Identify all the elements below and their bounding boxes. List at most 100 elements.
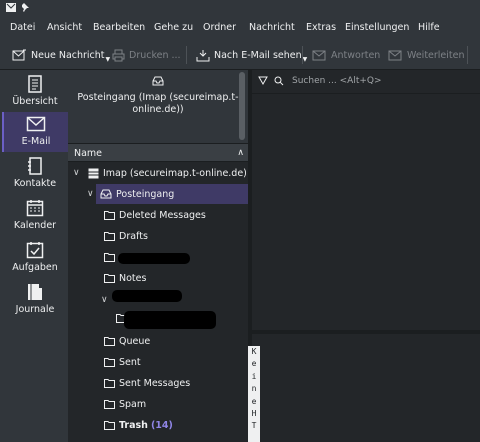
filter-icon[interactable]: [258, 76, 268, 86]
folder-icon: [104, 400, 115, 409]
vertical-char: K: [251, 347, 257, 356]
check-mail-button[interactable]: Nach E-Mail sehen ▼: [196, 47, 307, 63]
folder-icon: [104, 337, 115, 346]
redacted-block: [124, 311, 216, 329]
toolbar-separator: [186, 46, 187, 64]
inbox-label: Posteingang: [116, 188, 175, 200]
tree-row-folder[interactable]: Deleted Messages: [104, 205, 250, 225]
sidebar-item-label: Übersicht: [12, 96, 58, 107]
folder-icon: [104, 253, 115, 262]
expand-arrow-icon[interactable]: ∨: [73, 168, 80, 178]
folder-tree: ∨ Imap (secureimap.t-online.de) Posteing…: [68, 162, 250, 442]
message-preview-pane: [252, 334, 480, 442]
sort-ascending-icon[interactable]: ∧: [237, 148, 244, 158]
current-folder-header: Posteingang (Imap (secureimap.t-online.d…: [68, 70, 248, 144]
toolbar: Neue Nachricht ▼ Drucken ... Nach E-Mail…: [0, 38, 480, 70]
folder-label: Queue: [119, 335, 151, 347]
folder-icon: [104, 232, 115, 241]
reply-icon: [312, 50, 326, 60]
tree-row-inbox[interactable]: Posteingang: [96, 184, 250, 204]
vertical-char: n: [251, 384, 257, 394]
message-list[interactable]: [252, 94, 480, 330]
vertical-char: i: [251, 371, 257, 381]
tree-row-folder[interactable]: Queue: [104, 331, 250, 351]
menu-bearbeiten[interactable]: Bearbeiten: [93, 22, 145, 33]
trash-folder-icon: [104, 421, 115, 430]
sidebar-item-label: Aufgaben: [12, 262, 58, 273]
folder-icon: [104, 379, 115, 388]
menu-ordner[interactable]: Ordner: [203, 22, 236, 33]
tree-row-folder-trash[interactable]: Trash (14): [104, 415, 250, 435]
menu-ansicht[interactable]: Ansicht: [47, 22, 82, 33]
tree-row-folder[interactable]: Sent Messages: [104, 373, 250, 393]
check-mail-label: Nach E-Mail sehen: [214, 49, 302, 61]
printer-icon: [112, 49, 125, 61]
chevron-down-icon[interactable]: ▼: [106, 56, 111, 63]
folder-header-scrollbar[interactable]: [239, 72, 245, 140]
tasks-icon: [26, 242, 44, 259]
folder-icon: [104, 211, 115, 220]
search-input[interactable]: Suchen ... <Alt+Q>: [292, 76, 382, 86]
menu-nachricht[interactable]: Nachricht: [249, 22, 295, 33]
sidebar: Übersicht E-Mail Kontakte Kalender Aufga…: [0, 70, 68, 442]
sidebar-item-label: E-Mail: [21, 136, 51, 147]
menu-bar: Datei Ansicht Bearbeiten Gehe zu Ordner …: [0, 16, 480, 38]
forward-icon: [388, 50, 402, 60]
new-message-button[interactable]: Neue Nachricht ▼: [12, 47, 110, 63]
redacted-block: [112, 290, 182, 302]
mail-app-icon: [6, 3, 16, 12]
expand-arrow-icon[interactable]: ∨: [87, 189, 94, 199]
reply-button[interactable]: Antworten: [312, 47, 380, 63]
menu-datei[interactable]: Datei: [10, 22, 35, 33]
menu-gehe-zu[interactable]: Gehe zu: [154, 22, 193, 33]
sidebar-item-email[interactable]: E-Mail: [2, 112, 68, 152]
current-folder-label: Posteingang (Imap (secureimap.t-online.d…: [77, 92, 239, 115]
forward-label: Weiterleiten: [407, 49, 465, 61]
check-mail-icon: [196, 49, 210, 61]
menu-einstellungen[interactable]: Einstellungen: [345, 22, 409, 33]
window-titlebar: [0, 0, 480, 16]
toolbar-separator: [302, 46, 303, 64]
sidebar-item-tasks[interactable]: Aufgaben: [2, 238, 68, 278]
folder-label: Sent: [119, 356, 141, 368]
print-label: Drucken ...: [129, 49, 181, 61]
sidebar-item-label: Kalender: [13, 220, 57, 231]
tree-row-folder[interactable]: Notes: [104, 268, 250, 288]
folder-label: Deleted Messages: [119, 209, 206, 221]
folder-label: Notes: [119, 272, 147, 284]
menu-extras[interactable]: Extras: [306, 22, 336, 33]
contacts-icon: [28, 157, 42, 175]
inbox-icon: [152, 76, 164, 86]
folder-column-header[interactable]: Name ∧: [68, 143, 250, 162]
forward-button[interactable]: Weiterleiten: [388, 47, 465, 63]
tree-row-folder[interactable]: Sent: [104, 352, 250, 372]
redacted-block: [118, 253, 190, 264]
new-message-label: Neue Nachricht: [31, 49, 105, 61]
quick-search-bar: Suchen ... <Alt+Q>: [252, 70, 480, 94]
sidebar-item-overview[interactable]: Übersicht: [2, 72, 68, 112]
column-header-name: Name: [74, 148, 103, 159]
pin-icon[interactable]: [21, 2, 31, 13]
expand-arrow-icon[interactable]: ∨: [101, 295, 108, 305]
tree-row-account[interactable]: ∨ Imap (secureimap.t-online.de): [68, 163, 250, 183]
journal-icon: [28, 284, 42, 300]
mail-icon: [26, 116, 46, 132]
folder-label: Spam: [119, 398, 147, 410]
search-icon: [274, 76, 284, 86]
menu-hilfe[interactable]: Hilfe: [418, 22, 440, 33]
vertical-char: T: [251, 421, 257, 431]
sidebar-item-journal[interactable]: Journale: [2, 280, 68, 320]
server-icon: [88, 168, 99, 178]
unread-count-badge: (14): [150, 419, 173, 431]
print-button[interactable]: Drucken ...: [112, 47, 181, 63]
sidebar-item-calendar[interactable]: Kalender: [2, 196, 68, 236]
inbox-icon: [100, 189, 112, 199]
folder-icon: [104, 274, 115, 283]
folder-label: Drafts: [119, 230, 148, 242]
chevron-down-icon[interactable]: ▼: [303, 56, 308, 63]
tree-row-folder[interactable]: Drafts: [104, 226, 250, 246]
overview-icon: [28, 75, 42, 93]
sidebar-item-contacts[interactable]: Kontakte: [2, 154, 68, 194]
tree-row-folder[interactable]: Spam: [104, 394, 250, 414]
preview-vertical-text: K e i n e H T: [248, 346, 260, 442]
